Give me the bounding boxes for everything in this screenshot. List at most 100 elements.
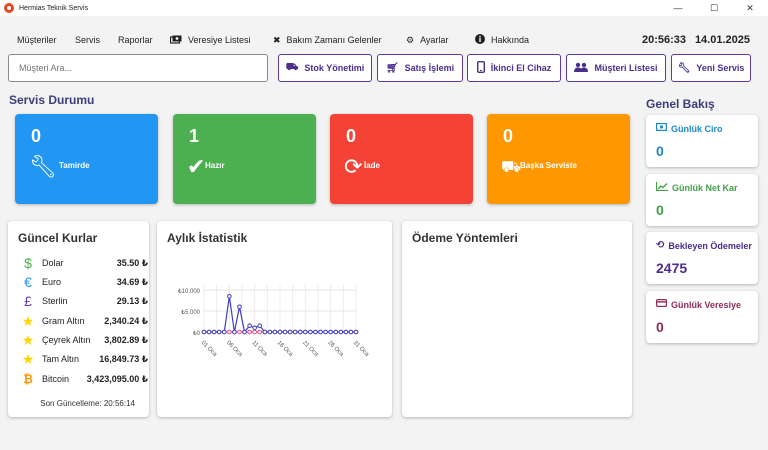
x-tick-label: 01 Oca: [200, 340, 218, 358]
x-tick-label: 16 Oca: [276, 340, 294, 358]
history-icon: ⟲: [656, 240, 665, 251]
y-tick-label: ₺0: [193, 330, 201, 337]
status-card-other-service[interactable]: 0 ⛟ Başka Serviste: [487, 114, 630, 204]
status-card-label: Başka Serviste: [520, 161, 577, 170]
service-status-title: Servis Durumu: [9, 93, 95, 107]
status-card-value: 0: [503, 126, 514, 146]
status-card-return[interactable]: 0 ⟳ İade: [330, 114, 473, 204]
status-card-repairing[interactable]: 0 🔧︎ Tamirde: [15, 114, 158, 204]
star-icon: ★: [21, 312, 35, 329]
data-point: [242, 329, 247, 335]
date: 14.01.2025: [694, 34, 750, 46]
minimize-button[interactable]: —: [660, 0, 696, 16]
menu-reports-label: Raporlar: [118, 35, 153, 45]
daily-credit-label: Günlük Veresiye: [671, 299, 742, 310]
tools-icon: ✖: [273, 34, 281, 45]
x-tick-label: 21 Oca: [301, 340, 319, 358]
menu-settings[interactable]: ⚙ Ayarlar: [406, 35, 448, 46]
phone-icon: [476, 60, 485, 76]
truck-icon: ⛟: [501, 159, 522, 176]
monthly-stats-panel: Aylık İstatistik ₺0 ₺5.000 ₺10.000 01 Oca 06…: [157, 221, 392, 417]
data-point: [252, 329, 257, 335]
menu-maintenance-due-label: Bakım Zamanı Gelenler: [286, 35, 382, 45]
pending-payments-label: Bekleyen Ödemeler: [668, 240, 752, 251]
last-updated: Son Güncelleme: 20:56:14: [40, 399, 135, 408]
stock-management-label: Stok Yönetimi: [304, 63, 365, 73]
data-point: [257, 329, 263, 335]
y-tick-label: ₺5.000: [181, 309, 200, 316]
refresh-icon: ⟳: [344, 154, 363, 179]
status-card-ready[interactable]: 1 ✔ Hazır: [173, 114, 316, 204]
menu-customers[interactable]: Müşteriler: [17, 35, 57, 45]
y-tick-label: ₺10.000: [178, 288, 201, 295]
data-point: [237, 304, 242, 310]
app-logo-icon: [4, 3, 14, 13]
rate-name: Tam Altın: [42, 354, 80, 364]
data-point: [318, 329, 323, 335]
daily-revenue-label: Günlük Ciro: [671, 123, 723, 134]
money-icon: [169, 35, 182, 46]
menu-credit-list[interactable]: Veresiye Listesi: [169, 35, 251, 46]
monthly-line-chart: ₺0 ₺5.000 ₺10.000 01 Oca 06 Oca 11 Oca 16 Oca 2…: [178, 284, 370, 358]
daily-revenue-value: 0: [656, 143, 664, 159]
rate-name: Euro: [42, 277, 62, 287]
second-hand-device-label: İkinci El Cihaz: [490, 63, 552, 73]
menu-service-label: Servis: [75, 35, 101, 45]
customer-list-button[interactable]: Müşteri Listesi: [566, 54, 666, 82]
rate-name: Bitcoin: [42, 374, 70, 384]
overview-title: Genel Bakış: [646, 97, 715, 111]
data-point: [282, 329, 288, 335]
new-service-label: Yeni Servis: [696, 63, 745, 73]
rate-row: ₿ Bitcoin 3,423,095.00 ₺: [18, 370, 148, 388]
rate-row: ★ Gram Altın 2,340.24 ₺: [18, 312, 148, 330]
rate-value: 3,802.89 ₺: [104, 334, 148, 345]
rate-row: € Euro 34.69 ₺: [18, 273, 148, 291]
rates-title: Güncel Kurlar: [18, 231, 98, 245]
menu-about[interactable]: Hakkında: [475, 34, 529, 46]
data-point: [206, 329, 212, 335]
data-point: [227, 294, 232, 299]
data-point: [232, 329, 237, 335]
customer-search-input[interactable]: [8, 54, 268, 82]
customer-list-label: Müşteri Listesi: [594, 63, 658, 73]
menu-credit-list-label: Veresiye Listesi: [188, 35, 251, 45]
data-point: [353, 329, 359, 335]
data-point: [343, 329, 349, 335]
menu-service[interactable]: Servis: [75, 35, 100, 45]
close-button[interactable]: ✕: [732, 0, 768, 16]
daily-profit-label: Günlük Net Kar: [672, 183, 738, 193]
stock-management-button[interactable]: ⛟ Stok Yönetimi: [278, 54, 372, 82]
status-card-value: 0: [346, 126, 357, 146]
maximize-button[interactable]: ☐: [696, 0, 732, 16]
payment-methods-title: Ödeme Yöntemleri: [412, 231, 518, 245]
data-point: [328, 329, 333, 335]
window-title: Hermias Teknik Servis: [19, 4, 89, 12]
pending-payments-card: ⟲ Bekleyen Ödemeler 2475: [646, 232, 758, 284]
data-point: [308, 329, 313, 335]
wrench-icon: 🔧︎: [29, 154, 57, 179]
rate-name: Gram Altın: [42, 316, 85, 326]
rate-name: Sterlin: [42, 296, 68, 306]
daily-revenue-card: Günlük Ciro 0: [646, 115, 758, 167]
data-point: [262, 329, 268, 335]
x-tick-label: 11 Oca: [250, 340, 268, 358]
rate-row: £ Sterlin 29.13 ₺: [18, 292, 148, 310]
status-card-label: İade: [364, 161, 381, 170]
rate-name: Çeyrek Altın: [42, 335, 91, 345]
second-hand-device-button[interactable]: İkinci El Cihaz: [467, 54, 561, 82]
menu-about-label: Hakkında: [491, 35, 530, 45]
sale-label: Satış İşlemi: [404, 63, 455, 73]
daily-credit-card: Günlük Veresiye 0: [646, 291, 758, 343]
sale-button[interactable]: 🛒︎ Satış İşlemi: [377, 54, 463, 82]
data-point: [348, 329, 354, 335]
star-icon: ★: [21, 350, 35, 367]
menu-maintenance-due[interactable]: ✖ Bakım Zamanı Gelenler: [273, 35, 382, 46]
data-point: [272, 329, 278, 335]
check-icon: ✔: [187, 154, 206, 179]
new-service-button[interactable]: 🔧︎ Yeni Servis: [671, 54, 751, 82]
data-point: [297, 329, 303, 335]
rate-name: Dolar: [42, 258, 64, 268]
pending-payments-value: 2475: [656, 260, 688, 276]
menu-reports[interactable]: Raporlar: [118, 35, 153, 45]
x-tick-label: 06 Oca: [225, 340, 243, 358]
